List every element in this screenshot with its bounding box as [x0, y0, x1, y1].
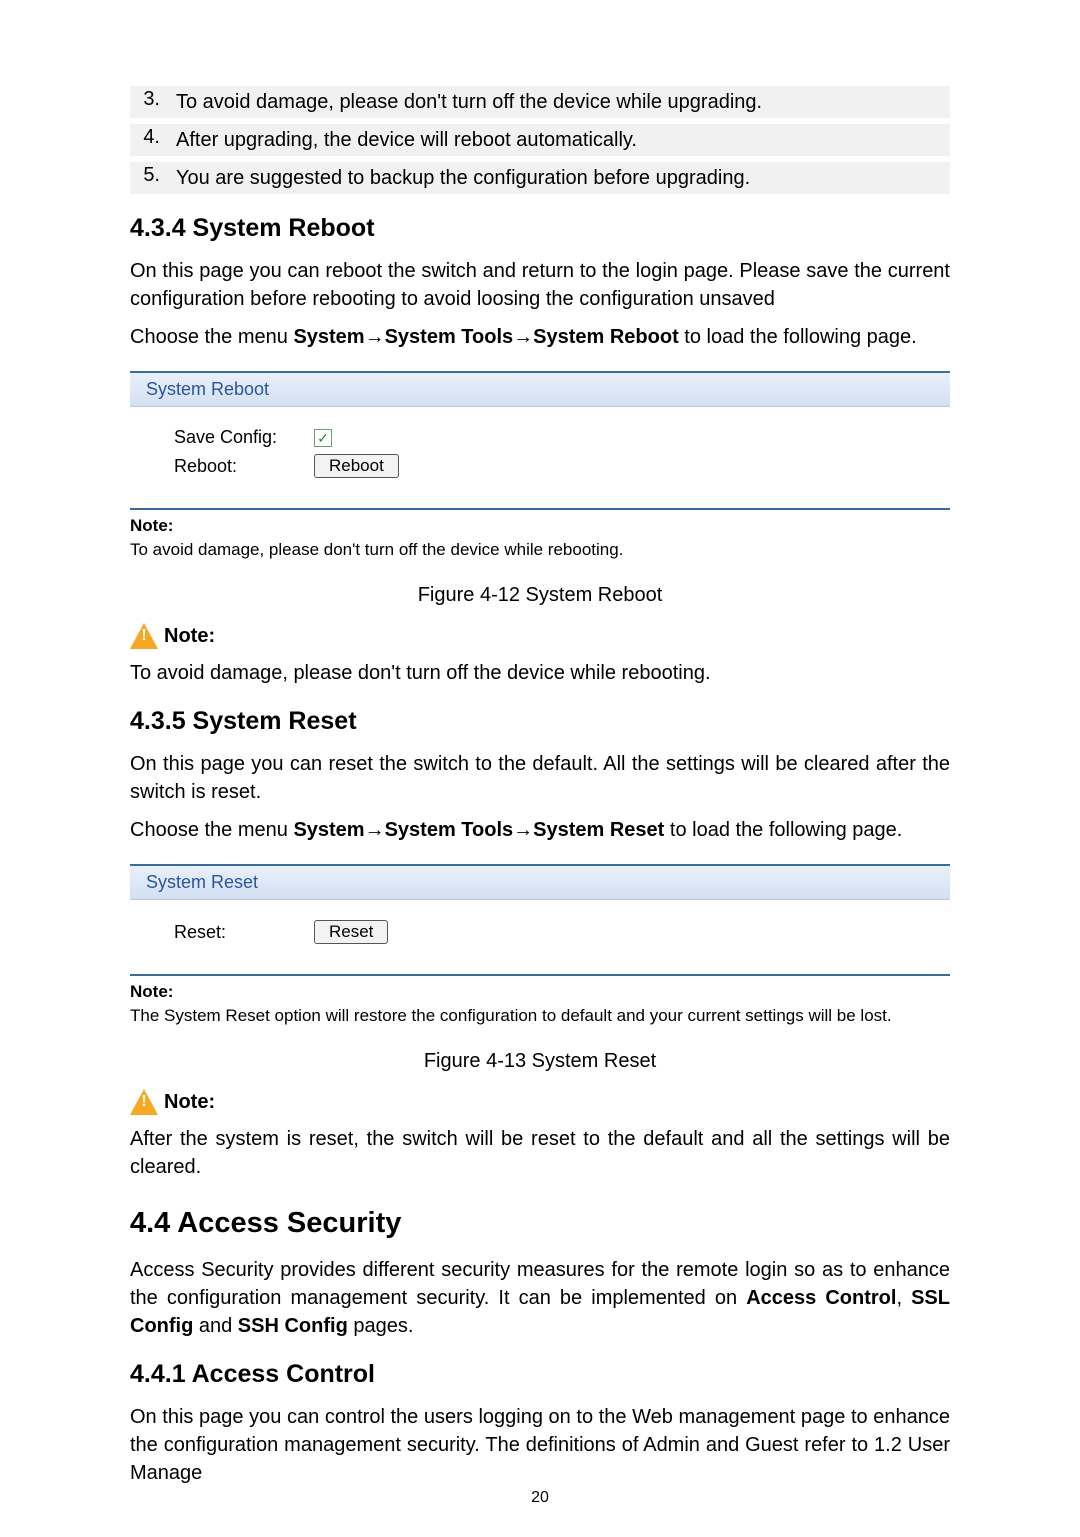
panel-note-title: Note:: [130, 516, 950, 536]
arrow-icon: →: [513, 819, 533, 841]
access-intro: Access Security provides different secur…: [130, 1256, 950, 1340]
figure-caption-reset: Figure 4-13 System Reset: [130, 1050, 950, 1073]
list-item: 4. After upgrading, the device will rebo…: [130, 124, 950, 156]
list-number: 3.: [130, 88, 176, 111]
text-fragment: ,: [896, 1287, 911, 1309]
panel-note-body: The System Reset option will restore the…: [130, 1006, 950, 1026]
page-ref: SSH Config: [238, 1315, 348, 1337]
reset-menu-path: Choose the menu System→System Tools→Syst…: [130, 816, 950, 844]
heading-access-security: 4.4 Access Security: [130, 1207, 950, 1240]
list-text: You are suggested to backup the configur…: [176, 164, 950, 192]
text-fragment: to load the following page.: [664, 819, 902, 841]
list-number: 5.: [130, 164, 176, 187]
menu-segment: System Tools: [385, 819, 514, 841]
arrow-icon: →: [513, 326, 533, 348]
list-number: 4.: [130, 126, 176, 149]
arrow-icon: →: [365, 819, 385, 841]
page-number: 20: [0, 1489, 1080, 1507]
heading-reboot: 4.3.4 System Reboot: [130, 214, 950, 243]
menu-segment: System Tools: [385, 326, 514, 348]
reset-intro: On this page you can reset the switch to…: [130, 750, 950, 806]
list-item: 5. You are suggested to backup the confi…: [130, 162, 950, 194]
reboot-label: Reboot:: [174, 456, 314, 477]
figure-caption-reboot: Figure 4-12 System Reboot: [130, 584, 950, 607]
list-text: To avoid damage, please don't turn off t…: [176, 88, 950, 116]
save-config-checkbox[interactable]: ✓: [314, 429, 332, 447]
reset-label: Reset:: [174, 922, 314, 943]
reset-row: Reset: Reset: [174, 920, 950, 944]
reboot-menu-path: Choose the menu System→System Tools→Syst…: [130, 323, 950, 351]
panel-note-title: Note:: [130, 982, 950, 1002]
heading-reset: 4.3.5 System Reset: [130, 707, 950, 736]
warning-icon: [130, 623, 158, 649]
system-reset-panel: System Reset Reset: Reset Note: The Syst…: [130, 864, 950, 1026]
panel-body: Save Config: ✓ Reboot: Reboot: [130, 407, 950, 498]
reboot-intro: On this page you can reboot the switch a…: [130, 257, 950, 313]
text-fragment: pages.: [348, 1315, 414, 1337]
panel-divider: [130, 974, 950, 976]
note-heading: Note:: [130, 623, 950, 649]
reboot-row: Reboot: Reboot: [174, 454, 950, 478]
note-body-reset: After the system is reset, the switch wi…: [130, 1125, 950, 1181]
menu-segment: System: [293, 326, 364, 348]
page-ref: Access Control: [746, 1287, 896, 1309]
text-fragment: Choose the menu: [130, 326, 293, 348]
menu-segment: System Reset: [533, 819, 664, 841]
panel-divider: [130, 508, 950, 510]
note-label: Note:: [164, 1091, 215, 1114]
note-label: Note:: [164, 625, 215, 648]
system-reboot-panel: System Reboot Save Config: ✓ Reboot: Reb…: [130, 371, 950, 560]
menu-segment: System: [293, 819, 364, 841]
access-control-intro: On this page you can control the users l…: [130, 1403, 950, 1487]
save-config-row: Save Config: ✓: [174, 427, 950, 448]
text-fragment: Choose the menu: [130, 819, 293, 841]
panel-body: Reset: Reset: [130, 900, 950, 964]
text-fragment: to load the following page.: [679, 326, 917, 348]
panel-title: System Reset: [130, 866, 950, 900]
arrow-icon: →: [365, 326, 385, 348]
save-config-label: Save Config:: [174, 427, 314, 448]
menu-segment: System Reboot: [533, 326, 679, 348]
text-fragment: and: [193, 1315, 237, 1337]
list-text: After upgrading, the device will reboot …: [176, 126, 950, 154]
note-heading: Note:: [130, 1089, 950, 1115]
panel-note-body: To avoid damage, please don't turn off t…: [130, 540, 950, 560]
heading-access-control: 4.4.1 Access Control: [130, 1360, 950, 1389]
list-item: 3. To avoid damage, please don't turn of…: [130, 86, 950, 118]
panel-title: System Reboot: [130, 373, 950, 407]
warning-icon: [130, 1089, 158, 1115]
reboot-button[interactable]: Reboot: [314, 454, 399, 478]
reset-button[interactable]: Reset: [314, 920, 388, 944]
note-body-reboot: To avoid damage, please don't turn off t…: [130, 659, 950, 687]
